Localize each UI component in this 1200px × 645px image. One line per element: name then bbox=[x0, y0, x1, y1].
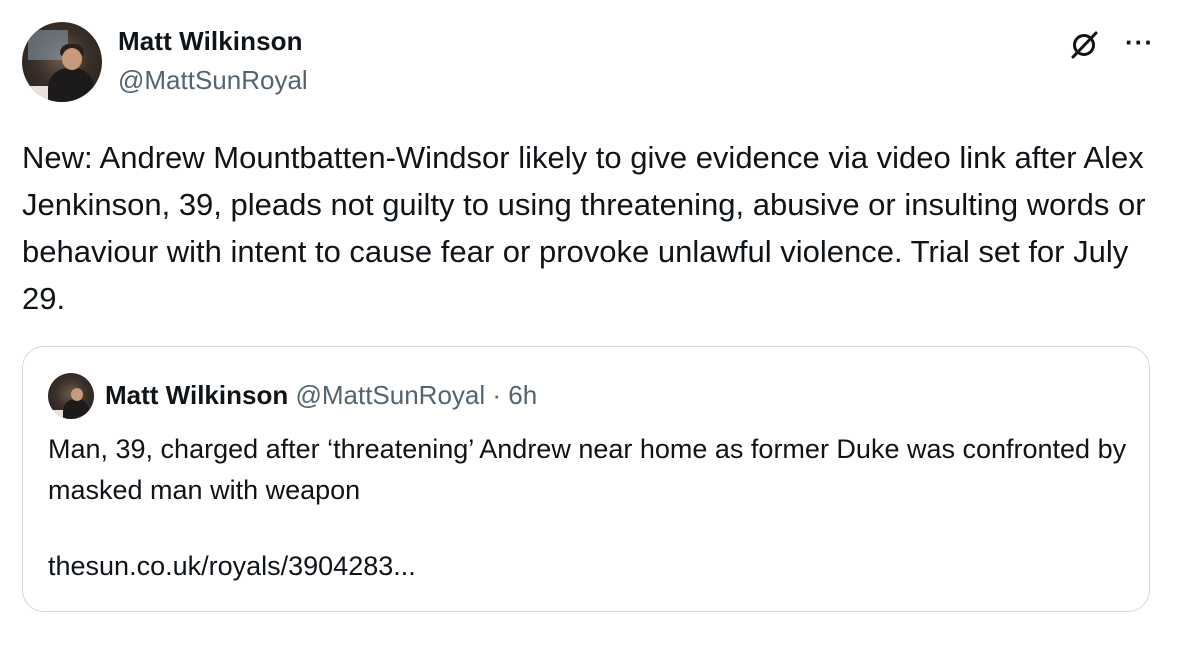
quoted-timestamp[interactable]: 6h bbox=[508, 380, 537, 410]
author-handle[interactable]: @MattSunRoyal bbox=[118, 65, 308, 96]
quoted-author-handle[interactable]: @MattSunRoyal bbox=[295, 380, 485, 410]
quoted-tweet-header: Matt Wilkinson @MattSunRoyal · 6h bbox=[105, 380, 537, 411]
tweet-actions-top: ··· bbox=[1069, 29, 1154, 60]
quoted-tweet-text: Man, 39, charged after ‘threatening’ And… bbox=[48, 434, 1127, 505]
tweet-text: New: Andrew Mountbatten-Windsor likely t… bbox=[22, 140, 1155, 316]
quoted-separator: · bbox=[492, 380, 502, 410]
tweet-card[interactable]: Matt Wilkinson @MattSunRoyal ··· New: An… bbox=[0, 0, 1200, 645]
quoted-tweet[interactable]: Matt Wilkinson @MattSunRoyal · 6h Man, 3… bbox=[22, 346, 1150, 612]
quoted-tweet-link[interactable]: thesun.co.uk/royals/3904283... bbox=[48, 551, 416, 582]
grok-icon[interactable] bbox=[1069, 30, 1099, 60]
author-display-name[interactable]: Matt Wilkinson bbox=[118, 26, 303, 57]
quoted-author-display-name[interactable]: Matt Wilkinson bbox=[105, 380, 288, 410]
more-options-icon[interactable]: ··· bbox=[1125, 29, 1154, 55]
quoted-author-avatar[interactable] bbox=[48, 373, 94, 419]
author-avatar[interactable] bbox=[22, 22, 102, 102]
